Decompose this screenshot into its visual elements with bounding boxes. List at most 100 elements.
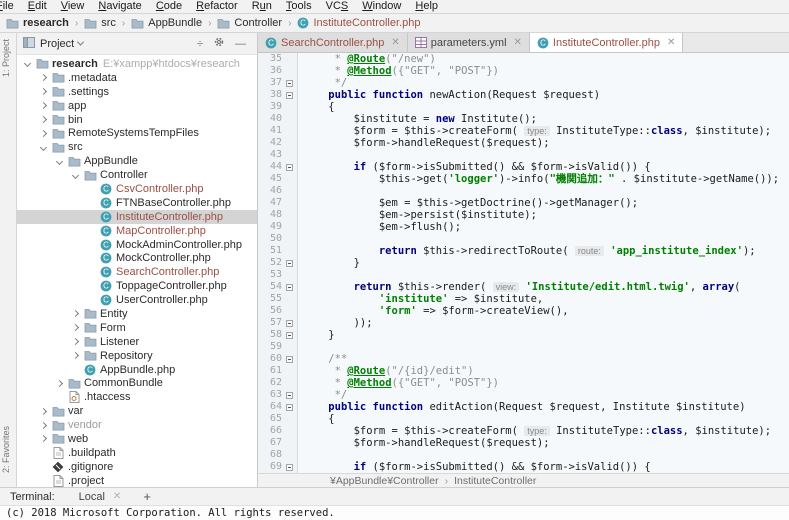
folder-icon <box>84 322 97 333</box>
chevron-expanded-icon[interactable] <box>24 60 31 67</box>
editor-tab[interactable]: CInstituteController.php✕ <box>530 33 683 52</box>
fold-marker-icon[interactable] <box>286 392 293 399</box>
close-icon[interactable]: ✕ <box>514 37 522 48</box>
chevron-collapsed-icon[interactable] <box>72 338 79 345</box>
menu-item-vcs[interactable]: VCS <box>319 0 356 13</box>
menu-item-refactor[interactable]: Refactor <box>189 0 245 13</box>
tree-row[interactable]: web <box>17 432 257 446</box>
menu-item-view[interactable]: View <box>54 0 92 13</box>
stripe-label-favorites[interactable]: 2: Favorites <box>1 426 11 473</box>
tree-row[interactable]: .buildpath <box>17 446 257 460</box>
editor-breadcrumb-item[interactable]: InstituteController <box>454 475 536 487</box>
chevron-expanded-icon[interactable] <box>40 144 47 151</box>
chevron-collapsed-icon[interactable] <box>40 435 47 442</box>
tree-row[interactable]: .project <box>17 474 257 487</box>
tree-row[interactable]: CMockController.php <box>17 251 257 265</box>
tree-row[interactable]: Repository <box>17 349 257 363</box>
chevron-down-icon[interactable] <box>77 39 84 46</box>
tree-row[interactable]: CAppBundle.php <box>17 363 257 377</box>
editor-gutter[interactable]: 3536373839404142434445464748495051525354… <box>258 53 298 473</box>
breadcrumb-item-label: AppBundle <box>148 17 202 29</box>
chevron-collapsed-icon[interactable] <box>56 380 63 387</box>
tree-row[interactable]: researchE:¥xampp¥htdocs¥research <box>17 57 257 71</box>
tree-row[interactable]: CSearchController.php <box>17 265 257 279</box>
fold-marker-icon[interactable] <box>286 164 293 171</box>
menu-item-edit[interactable]: Edit <box>21 0 54 13</box>
chevron-collapsed-icon[interactable] <box>40 408 47 415</box>
chevron-expanded-icon[interactable] <box>56 158 63 165</box>
project-title[interactable]: Project <box>40 38 74 50</box>
menu-item-file[interactable]: File <box>0 0 21 13</box>
tree-row[interactable]: .htaccess <box>17 390 257 404</box>
tree-row[interactable]: src <box>17 140 257 154</box>
editor-tab[interactable]: parameters.yml✕ <box>408 33 530 52</box>
close-icon[interactable]: ✕ <box>113 491 121 502</box>
chevron-collapsed-icon[interactable] <box>40 74 47 81</box>
breadcrumb-item[interactable]: src <box>82 17 118 29</box>
chevron-collapsed-icon[interactable] <box>72 324 79 331</box>
gear-icon[interactable] <box>208 36 230 51</box>
fold-marker-icon[interactable] <box>286 260 293 267</box>
tree-row[interactable]: bin <box>17 113 257 127</box>
breadcrumb-item[interactable]: Controller <box>215 17 284 29</box>
code-line: 'form' => $form->createView(), <box>303 305 789 317</box>
chevron-collapsed-icon[interactable] <box>72 352 79 359</box>
tree-row[interactable]: CUserController.php <box>17 293 257 307</box>
chevron-collapsed-icon[interactable] <box>40 102 47 109</box>
hide-panel-icon[interactable]: — <box>230 38 251 50</box>
tree-row[interactable]: CommonBundle <box>17 376 257 390</box>
chevron-collapsed-icon[interactable] <box>72 310 79 317</box>
fold-marker-icon[interactable] <box>286 80 293 87</box>
breadcrumb-item[interactable]: CInstituteController.php <box>295 17 422 29</box>
editor-breadcrumb-item[interactable]: ¥AppBundle¥Controller <box>330 475 439 487</box>
tree-row[interactable]: CMockAdminController.php <box>17 238 257 252</box>
stripe-label-project[interactable]: 1: Project <box>1 39 11 77</box>
fold-marker-icon[interactable] <box>286 92 293 99</box>
chevron-collapsed-icon[interactable] <box>40 422 47 429</box>
menu-item-tools[interactable]: Tools <box>279 0 319 13</box>
tree-row[interactable]: CFTNBaseController.php <box>17 196 257 210</box>
tree-row[interactable]: CCsvController.php <box>17 182 257 196</box>
tree-row[interactable]: .metadata <box>17 71 257 85</box>
tree-row[interactable]: AppBundle <box>17 154 257 168</box>
fold-marker-icon[interactable] <box>286 464 293 471</box>
menu-item-code[interactable]: Code <box>149 0 189 13</box>
chevron-collapsed-icon[interactable] <box>40 88 47 95</box>
menu-item-window[interactable]: Window <box>355 0 408 13</box>
tree-row[interactable]: app <box>17 99 257 113</box>
fold-marker-icon[interactable] <box>286 332 293 339</box>
terminal-tab-local[interactable]: Local ✕ <box>79 491 122 503</box>
tree-row[interactable]: .gitignore <box>17 460 257 474</box>
new-terminal-tab-button[interactable]: + <box>143 490 151 503</box>
chevron-expanded-icon[interactable] <box>72 172 79 179</box>
close-icon[interactable]: ✕ <box>667 37 675 48</box>
menu-item-run[interactable]: Run <box>245 0 279 13</box>
tree-row[interactable]: Form <box>17 321 257 335</box>
breadcrumb-item[interactable]: AppBundle <box>129 17 204 29</box>
chevron-collapsed-icon[interactable] <box>40 130 47 137</box>
tree-row[interactable]: RemoteSystemsTempFiles <box>17 126 257 140</box>
tree-row[interactable]: CToppageController.php <box>17 279 257 293</box>
breadcrumb-item[interactable]: research <box>4 17 71 29</box>
tree-row[interactable]: .settings <box>17 85 257 99</box>
fold-marker-icon[interactable] <box>286 284 293 291</box>
line-number: 35 <box>258 53 282 65</box>
tree-row[interactable]: var <box>17 404 257 418</box>
tree-row[interactable]: Controller <box>17 168 257 182</box>
fold-marker-icon[interactable] <box>286 320 293 327</box>
collapse-expand-icon[interactable]: ÷ <box>192 38 208 50</box>
tree-row[interactable]: Listener <box>17 335 257 349</box>
menu-item-navigate[interactable]: Navigate <box>91 0 148 13</box>
code-editor[interactable]: * @Route("/new") * @Method({"GET", "POST… <box>298 53 789 473</box>
fold-marker-icon[interactable] <box>286 404 293 411</box>
chevron-collapsed-icon[interactable] <box>40 116 47 123</box>
terminal-output[interactable]: (c) 2018 Microsoft Corporation. All righ… <box>0 505 789 520</box>
tree-row[interactable]: Entity <box>17 307 257 321</box>
close-icon[interactable]: ✕ <box>391 37 399 48</box>
tree-row[interactable]: CMapController.php <box>17 224 257 238</box>
tree-row[interactable]: vendor <box>17 418 257 432</box>
tree-row[interactable]: CInstituteController.php <box>17 210 257 224</box>
menu-item-help[interactable]: Help <box>408 0 445 13</box>
fold-marker-icon[interactable] <box>286 356 293 363</box>
editor-tab[interactable]: CSearchController.php✕ <box>258 33 408 52</box>
